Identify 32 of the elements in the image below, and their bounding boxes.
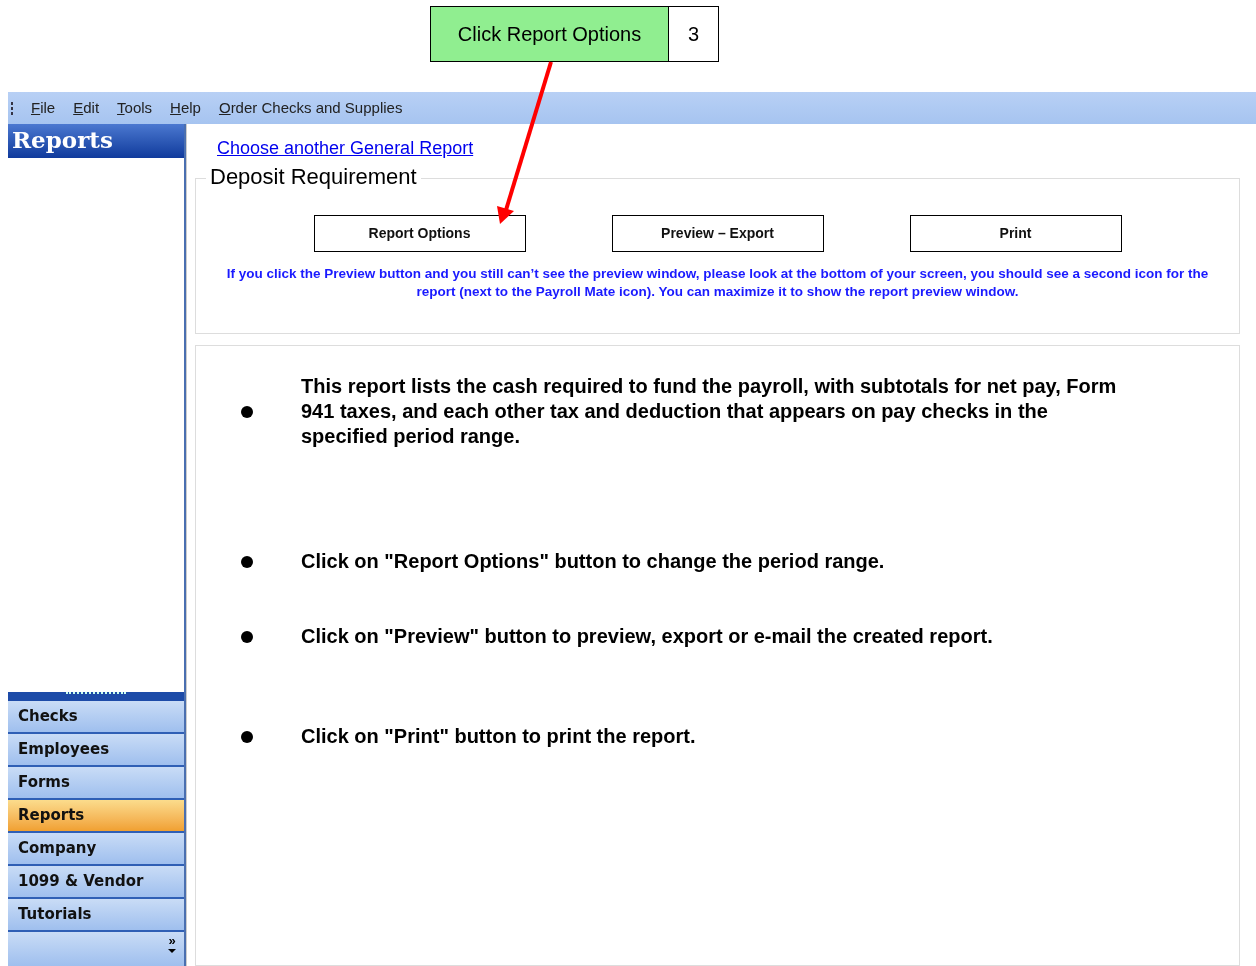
info-text: If you click the Preview button and you still can’t see the preview window, please look at the bottom of your screen, you should see a second icon for the report (next to the Payroll Mate icon). You can maximize it to show the report preview window.: [225, 265, 1210, 301]
nav-item[interactable]: Checks: [8, 701, 184, 734]
description-text: Click on "Print" button to print the report.: [301, 724, 697, 749]
nav-item[interactable]: 1099 & Vendor: [8, 866, 184, 899]
menu-item[interactable]: Edit: [73, 96, 100, 120]
nav-item[interactable]: Company: [8, 833, 184, 866]
report-button[interactable]: Preview – Export: [611, 215, 824, 252]
menu-item[interactable]: Tools: [117, 96, 153, 120]
caret-icon: [168, 949, 176, 953]
report-link[interactable]: Choose another General Report: [217, 136, 474, 160]
callout-label: Click Report Options: [430, 6, 669, 62]
report-button[interactable]: Report Options: [313, 215, 526, 252]
sidebar-title: Reports: [8, 124, 184, 158]
bullet-icon: [241, 730, 253, 743]
description-text: Click on "Preview" button to preview, export or e-mail the created report.: [301, 624, 994, 649]
nav-item[interactable]: Employees: [8, 734, 184, 767]
bullet-icon: [241, 555, 253, 568]
overflow-chevron: »: [168, 934, 176, 947]
step-number: 3: [669, 6, 719, 62]
menu-item[interactable]: Order Checks and Supplies: [218, 96, 403, 120]
nav-item[interactable]: Forms: [8, 767, 184, 800]
report-button[interactable]: Print: [909, 215, 1122, 252]
nav-item[interactable]: Reports: [8, 800, 184, 833]
menu-item[interactable]: Help: [170, 96, 201, 120]
bullet-icon: [241, 405, 253, 418]
splitter-handle[interactable]: [8, 692, 184, 701]
overflow-bar[interactable]: »: [8, 932, 184, 966]
description-text: This report lists the cash required to fund the payroll, with subtotals for net pay, Form 941 taxes, and each other tax and deduction that appears on pay checks in the specified period range.: [301, 374, 1118, 449]
description-text: Click on "Report Options" button to change the period range.: [301, 549, 886, 574]
bullet-icon: [241, 630, 253, 643]
menu-item[interactable]: File: [31, 96, 56, 120]
nav-item[interactable]: Tutorials: [8, 899, 184, 932]
